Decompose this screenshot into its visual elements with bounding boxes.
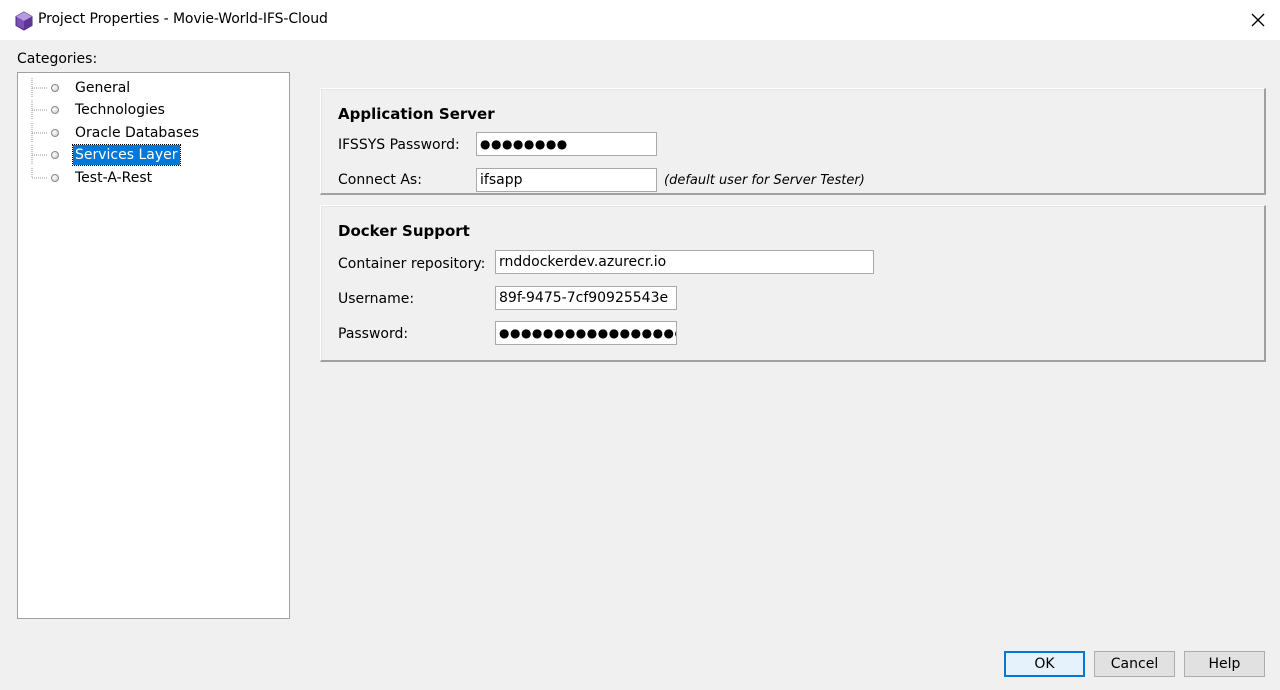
categories-label: Categories: [17,51,98,67]
tree-item-label: Test-A-Rest [75,170,153,186]
close-button[interactable] [1236,0,1280,40]
password-label: Password: [338,326,409,342]
section-title: Application Server [338,105,495,123]
tree-item-oracle-databases[interactable]: Oracle Databases [18,123,278,143]
container-repository-label: Container repository: [338,256,486,272]
tree-item-label: Oracle Databases [75,125,200,141]
docker-support-section: Docker Support Container repository: rnd… [320,205,1266,362]
cancel-button[interactable]: Cancel [1094,651,1175,677]
help-button[interactable]: Help [1184,651,1265,677]
tree-item-services-layer[interactable]: Services Layer [18,144,278,166]
container-repository-field[interactable]: rnddockerdev.azurecr.io [495,250,874,274]
categories-tree[interactable]: General Technologies Oracle Databases Se… [17,72,290,619]
username-label: Username: [338,291,415,307]
cube-icon [15,11,33,31]
tree-item-label: Services Layer [72,144,181,166]
tree-item-test-a-rest[interactable]: Test-A-Rest [18,168,278,188]
tree-connector [31,145,48,165]
username-field[interactable]: 89f-9475-7cf90925543e [495,286,677,310]
connect-as-hint: (default user for Server Tester) [664,173,865,188]
node-bullet-icon [51,174,59,182]
node-bullet-icon [51,106,59,114]
node-bullet-icon [51,151,59,159]
tree-item-technologies[interactable]: Technologies [18,100,278,120]
tree-item-label: Technologies [75,102,165,118]
ifssys-password-field[interactable]: ●●●●●●●● [476,132,657,156]
close-icon [1251,13,1265,27]
connect-as-field[interactable]: ifsapp [476,168,657,192]
tree-item-general[interactable]: General [18,78,278,98]
ok-button[interactable]: OK [1004,651,1085,677]
tree-connector [31,100,48,120]
tree-connector [31,78,48,98]
tree-connector [31,168,48,179]
node-bullet-icon [51,129,59,137]
tree-item-label: General [75,80,131,96]
ifssys-password-label: IFSSYS Password: [338,137,460,153]
docker-password-field[interactable]: ●●●●●●●●●●●●●●●●●●●● [495,321,677,345]
window-title: Project Properties - Movie-World-IFS-Clo… [38,11,328,27]
section-title: Docker Support [338,222,470,240]
application-server-section: Application Server IFSSYS Password: ●●●●… [320,88,1266,195]
tree-connector [31,123,48,143]
connect-as-label: Connect As: [338,172,422,188]
title-bar: Project Properties - Movie-World-IFS-Clo… [0,0,1280,40]
node-bullet-icon [51,84,59,92]
